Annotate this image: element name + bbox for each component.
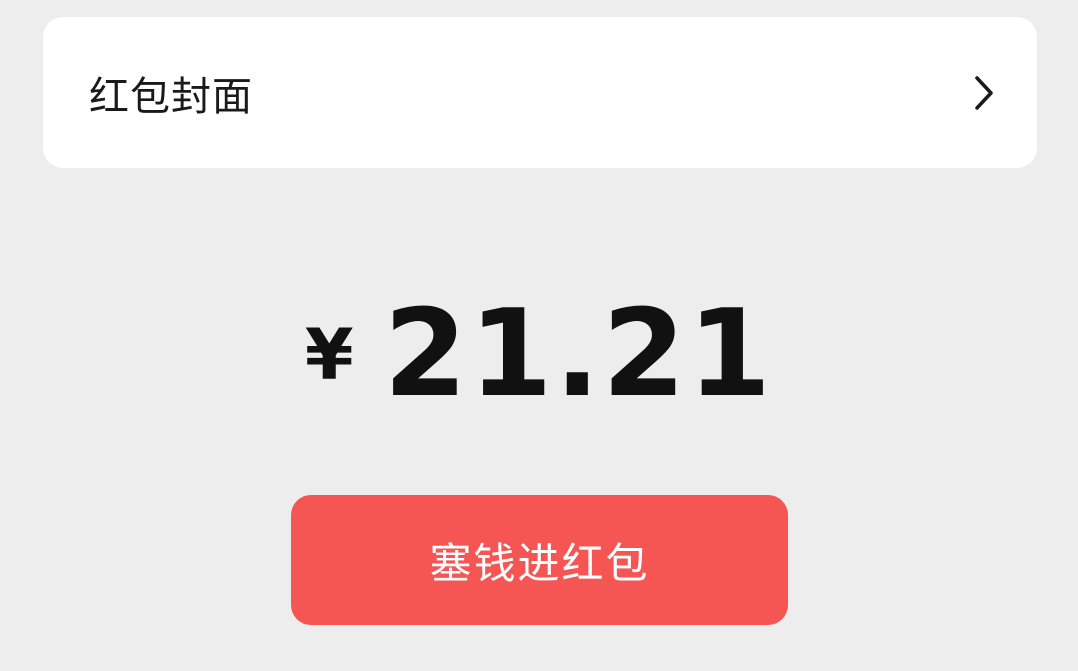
chevron-right-icon	[971, 73, 997, 113]
red-packet-cover-row[interactable]: 红包封面	[43, 17, 1037, 168]
amount-value: 21.21	[383, 285, 774, 424]
red-packet-cover-label: 红包封面	[89, 73, 253, 120]
amount-display: ¥ 21.21	[0, 290, 1078, 420]
send-money-button[interactable]: 塞钱进红包	[291, 495, 788, 625]
currency-symbol: ¥	[304, 314, 354, 396]
